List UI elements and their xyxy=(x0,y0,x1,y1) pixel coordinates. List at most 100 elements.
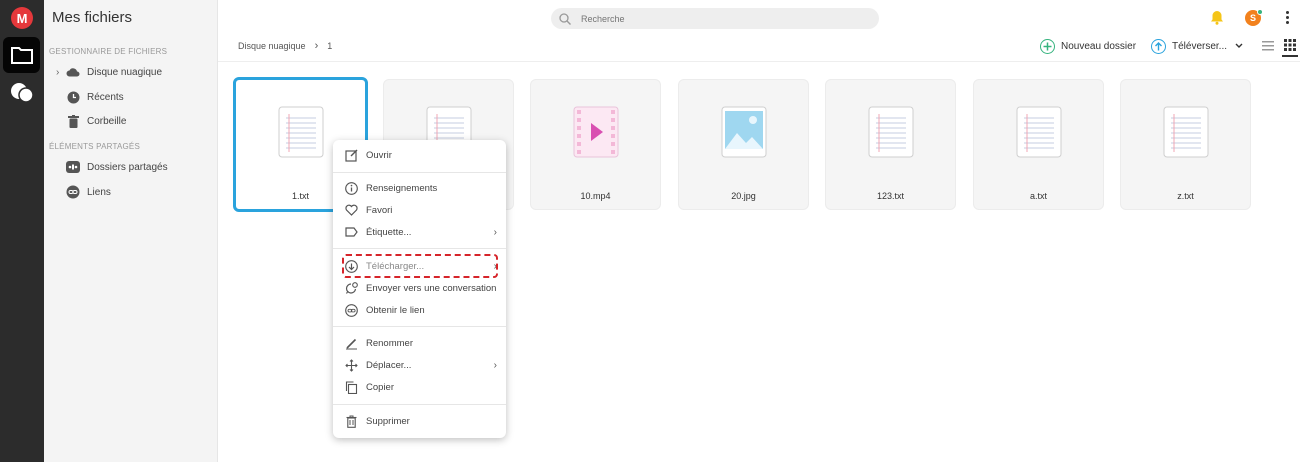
menu-item-label: Ouvrir xyxy=(366,149,392,161)
bell-icon[interactable] xyxy=(1210,10,1224,25)
menu-item-label: Obtenir le lien xyxy=(366,304,425,316)
clock-icon xyxy=(66,90,80,104)
section-title-files: Gestionnaire de fichiers xyxy=(49,47,168,56)
menu-item-send-to-chat[interactable]: Envoyer vers une conversation xyxy=(345,279,500,297)
heart-icon xyxy=(345,204,358,217)
text-file-icon xyxy=(868,106,913,158)
file-name: 10.mp4 xyxy=(580,191,611,201)
toolbar-divider xyxy=(218,61,1300,62)
menu-item-label: Déplacer... xyxy=(366,359,412,371)
sidebar-item-label: Disque nuagique xyxy=(87,66,163,78)
menu-item-label: Étiquette... xyxy=(366,226,412,238)
grid-view-icon[interactable] xyxy=(1284,39,1296,51)
file-card[interactable]: a.txt xyxy=(973,79,1104,210)
chat-icon xyxy=(11,83,34,103)
breadcrumb: Disque nuagique › 1 xyxy=(238,40,332,52)
search-input[interactable] xyxy=(581,13,851,24)
file-card[interactable]: 20.jpg xyxy=(678,79,809,210)
file-name: 20.jpg xyxy=(731,191,756,201)
link-icon xyxy=(66,185,80,199)
menu-item-delete[interactable]: Supprimer xyxy=(345,412,500,430)
menu-item-info[interactable]: Renseignements xyxy=(345,179,500,197)
menu-divider xyxy=(333,404,506,405)
sidebar-item-trash[interactable]: Corbeille xyxy=(66,111,126,131)
menu-item-label: Favori xyxy=(366,204,393,216)
file-name: a.txt xyxy=(1029,191,1047,201)
new-folder-button[interactable]: Nouveau dossier xyxy=(1040,37,1136,55)
file-card[interactable]: z.txt xyxy=(1120,79,1251,210)
sidebar-item-cloud-drive[interactable]: Disque nuagique xyxy=(66,62,162,82)
search-icon xyxy=(559,12,571,25)
move-icon xyxy=(345,358,358,372)
online-status-dot xyxy=(1257,9,1263,15)
chevron-right-icon: › xyxy=(493,359,497,371)
breadcrumb-current[interactable]: 1 xyxy=(327,41,332,51)
text-file-icon xyxy=(278,106,323,158)
menu-item-label: Renommer xyxy=(366,337,413,349)
sidebar-item-label: Liens xyxy=(87,186,111,198)
file-name: z.txt xyxy=(1177,191,1194,201)
chat-app-button[interactable] xyxy=(8,80,36,106)
sidebar-item-shared-folders[interactable]: Dossiers partagés xyxy=(66,157,168,177)
list-view-icon[interactable] xyxy=(1262,41,1274,51)
download-highlight-annotation xyxy=(342,254,498,278)
app-rail: M xyxy=(0,0,44,462)
upload-icon xyxy=(1151,38,1166,54)
sidebar-item-recents[interactable]: Récents xyxy=(66,87,124,107)
sidebar: Mes fichiers Gestionnaire de fichiers › … xyxy=(44,0,218,462)
file-card[interactable]: 123.txt xyxy=(825,79,956,210)
upload-button[interactable]: Téléverser... xyxy=(1151,37,1243,55)
menu-item-label: Envoyer vers une conversation xyxy=(366,282,497,294)
folder-icon xyxy=(10,47,33,64)
sidebar-item-label: Récents xyxy=(87,91,124,103)
upload-label: Téléverser... xyxy=(1172,40,1228,52)
link-icon xyxy=(345,303,358,317)
trash-icon xyxy=(66,114,80,128)
mega-logo[interactable]: M xyxy=(11,7,33,29)
pen-icon xyxy=(345,337,358,350)
menu-divider xyxy=(333,248,506,249)
menu-item-label: Supprimer xyxy=(366,415,410,427)
page-title: Mes fichiers xyxy=(52,9,133,26)
text-file-icon xyxy=(1163,106,1208,158)
menu-item-label-tag[interactable]: Étiquette... › xyxy=(345,223,500,241)
add-icon xyxy=(1040,38,1055,54)
menu-item-get-link[interactable]: Obtenir le lien xyxy=(345,301,500,319)
menu-item-copy[interactable]: Copier xyxy=(345,378,500,396)
menu-item-favorite[interactable]: Favori xyxy=(345,201,500,219)
menu-item-open[interactable]: Ouvrir xyxy=(345,146,500,164)
chevron-right-icon: › xyxy=(314,40,319,52)
breadcrumb-root[interactable]: Disque nuagique xyxy=(238,41,306,51)
info-icon xyxy=(345,181,358,195)
trash-icon xyxy=(345,415,358,428)
sidebar-item-links[interactable]: Liens xyxy=(66,182,111,202)
file-name: 123.txt xyxy=(876,191,905,201)
chevron-down-icon xyxy=(1235,43,1243,48)
menu-divider xyxy=(333,326,506,327)
send-to-chat-icon xyxy=(345,281,358,295)
chevron-right-icon: › xyxy=(493,226,497,238)
menu-divider xyxy=(333,172,506,173)
sidebar-item-label: Corbeille xyxy=(87,115,127,127)
text-file-icon xyxy=(1016,106,1061,158)
copy-icon xyxy=(345,380,358,394)
more-menu-icon[interactable] xyxy=(1286,11,1290,24)
shared-folder-icon xyxy=(66,160,80,174)
image-file-icon xyxy=(721,106,766,158)
menu-item-rename[interactable]: Renommer xyxy=(345,334,500,352)
menu-item-label: Copier xyxy=(366,381,394,393)
search-bar[interactable] xyxy=(551,8,879,29)
tag-icon xyxy=(345,226,358,239)
edit-icon xyxy=(345,149,358,162)
section-title-shared: Éléments partagés xyxy=(49,142,140,151)
cloud-icon xyxy=(66,65,80,79)
sidebar-item-label: Dossiers partagés xyxy=(87,161,168,173)
chevron-right-icon[interactable]: › xyxy=(56,67,59,78)
file-card[interactable]: 10.mp4 xyxy=(530,79,661,210)
menu-item-label: Renseignements xyxy=(366,182,438,194)
files-app-button[interactable] xyxy=(3,37,40,73)
active-view-indicator xyxy=(1282,55,1298,57)
context-menu: Ouvrir Renseignements Favori Étiquette..… xyxy=(333,140,506,438)
new-folder-label: Nouveau dossier xyxy=(1061,40,1137,52)
menu-item-move[interactable]: Déplacer... › xyxy=(345,356,500,374)
